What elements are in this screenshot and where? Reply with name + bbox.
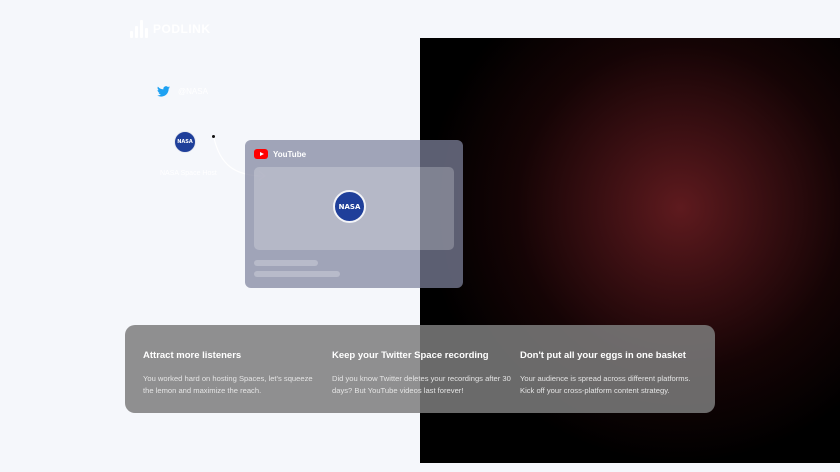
features-card: Attract more listeners You worked hard o… [125, 325, 715, 413]
twitter-source: @NASA [157, 86, 208, 97]
placeholder-line [254, 260, 318, 266]
feature-description: Did you know Twitter deletes your record… [332, 374, 511, 395]
speaker-avatar: NASA [174, 131, 196, 153]
feature-title-text: Attract more listeners [143, 350, 242, 361]
video-thumbnail[interactable]: NASA [254, 167, 454, 250]
feature-title-text: Keep your Twitter Space recording [332, 350, 489, 361]
brand-name: PODLINK [153, 22, 211, 36]
youtube-play-icon [254, 149, 268, 159]
thumb-avatar-text: NASA [338, 202, 361, 211]
speaker-avatar-text: NASA [177, 139, 193, 145]
nasa-logo-icon: NASA [333, 190, 366, 223]
feature-attract-listeners: Attract more listeners You worked hard o… [143, 350, 323, 397]
youtube-card: YouTube NASA [245, 140, 463, 288]
feature-title: Don't put all your eggs in one basket [520, 350, 700, 361]
brand-logo[interactable]: PODLINK [130, 20, 211, 38]
feature-title-text: Don't put all your eggs in one basket [520, 350, 686, 361]
speaker-name: NASA Space Host [160, 170, 217, 177]
youtube-title: YouTube [273, 149, 307, 159]
twitter-bird-icon [157, 86, 170, 97]
twitter-handle: @NASA [178, 87, 208, 96]
feature-eggs-basket: Don't put all your eggs in one basket Yo… [520, 350, 700, 397]
feature-title: Keep your Twitter Space recording [332, 350, 512, 361]
logo-bars-icon [130, 20, 148, 38]
feature-title: Attract more listeners [143, 350, 323, 361]
feature-description: You worked hard on hosting Spaces, let's… [143, 374, 313, 395]
feature-keep-recording: Keep your Twitter Space recording Did yo… [332, 350, 512, 397]
placeholder-line [254, 271, 340, 277]
youtube-header: YouTube [254, 149, 306, 159]
feature-description: Your audience is spread across different… [520, 374, 691, 395]
